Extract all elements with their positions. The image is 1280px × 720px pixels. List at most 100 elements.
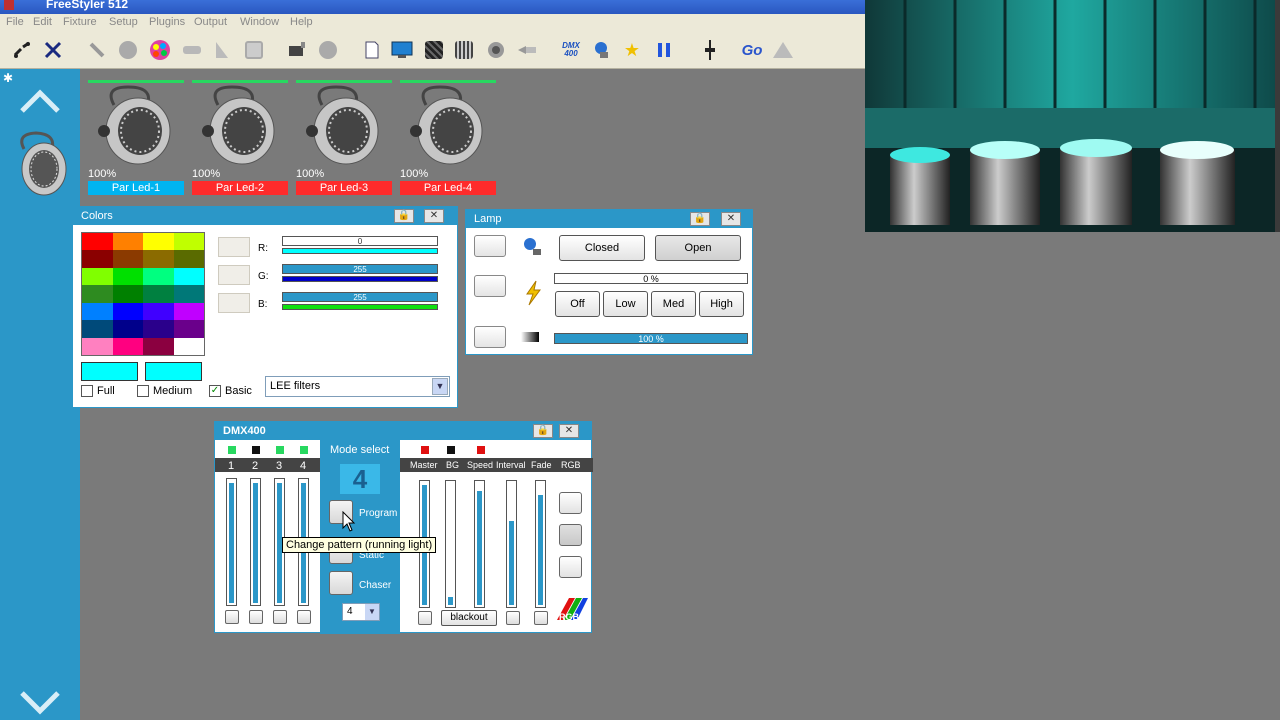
chevron-up-icon[interactable] [20,81,60,121]
channel-flash-button[interactable] [225,610,239,624]
color-memory-button[interactable] [218,265,250,285]
full-checkbox[interactable] [81,385,93,397]
palette-swatch[interactable] [173,337,204,355]
palette-swatch[interactable] [112,285,143,303]
palette-swatch[interactable] [112,250,143,268]
rgb-red-button[interactable] [559,492,582,514]
fade-flash-button[interactable] [534,611,548,625]
palette-swatch[interactable] [143,302,174,321]
video-scrollbar[interactable] [1275,0,1280,232]
basic-checkbox[interactable]: ✓ [209,385,221,397]
chevron-down-icon[interactable]: ▼ [432,378,448,395]
channel-fader[interactable] [226,478,237,606]
color-memory-button[interactable] [218,293,250,313]
strobe-slider[interactable]: 0 % [554,273,748,284]
palette-swatch[interactable] [112,302,143,321]
chaser-select[interactable]: 4 ▼ [342,603,380,621]
menu-output[interactable]: Output [194,16,227,28]
par-can-icon[interactable] [6,129,76,199]
menu-window[interactable]: Window [240,16,279,28]
palette-swatch[interactable] [143,320,174,338]
sphere-icon[interactable] [316,38,340,62]
chaser-button[interactable] [329,571,353,595]
fixture-par-led-4[interactable]: 100% Par Led-4 [400,80,496,195]
lock-icon[interactable]: 🔒 [690,212,710,226]
pause-icon[interactable] [652,38,676,62]
interval-fader[interactable] [506,480,517,608]
menu-edit[interactable]: Edit [33,16,52,28]
frame-icon[interactable] [242,38,266,62]
speaker-icon[interactable] [484,38,508,62]
blackout-button[interactable]: blackout [441,610,497,626]
fade-fader[interactable] [535,480,546,608]
lock-icon[interactable]: 🔒 [394,209,414,223]
palette-swatch[interactable] [173,302,204,321]
grid-icon[interactable] [10,38,34,62]
palette-swatch[interactable] [143,267,174,286]
palette-swatch[interactable] [82,267,113,286]
sequence-icon[interactable] [422,38,446,62]
palette-swatch[interactable] [112,320,143,338]
master-flash-button[interactable] [418,611,432,625]
palette-swatch[interactable] [173,233,204,251]
moving-head-icon[interactable] [590,38,614,62]
monitor-icon[interactable] [390,38,414,62]
page-icon[interactable] [360,38,384,62]
gear-icon[interactable]: ✱ [3,71,13,85]
medium-checkbox[interactable] [137,385,149,397]
palette-swatch[interactable] [173,267,204,286]
palette-swatch[interactable] [112,233,143,251]
close-icon[interactable]: ✕ [424,209,444,223]
move-fixtures-icon[interactable] [41,38,65,62]
menu-plugins[interactable]: Plugins [149,16,185,28]
palette-swatch[interactable] [82,250,113,268]
color-wheel-icon[interactable] [148,38,172,62]
palette-swatch[interactable] [112,267,143,286]
palette-swatch[interactable] [173,250,204,268]
dimmer-slider[interactable]: 100 % [554,333,748,344]
chevron-down-icon[interactable] [20,687,60,717]
dmx400-icon[interactable]: DMX 400 [557,38,585,62]
low-button[interactable]: Low [603,291,648,317]
strobe-memory-button[interactable] [474,275,506,297]
master-fader-icon[interactable] [698,38,722,62]
palette-swatch[interactable] [173,320,204,338]
chevron-down-icon[interactable]: ▼ [365,604,379,620]
spotlight-icon[interactable] [515,38,539,62]
dimmer-memory-button[interactable] [474,326,506,348]
speed-fader[interactable] [474,480,485,608]
palette-swatch[interactable] [112,337,143,355]
palette-swatch[interactable] [143,250,174,268]
faders-icon[interactable] [452,38,476,62]
fixture-par-led-2[interactable]: 100% Par Led-2 [192,80,288,195]
blue-value[interactable]: 255 [282,292,438,302]
menu-fixture[interactable]: Fixture [63,16,97,28]
fixture-par-led-1[interactable]: 100% Par Led-1 [88,80,184,195]
closed-button[interactable]: Closed [559,235,645,261]
med-button[interactable]: Med [651,291,696,317]
wand-icon[interactable] [85,38,109,62]
menu-setup[interactable]: Setup [109,16,138,28]
channel-fader[interactable] [250,478,261,606]
green-value[interactable]: 255 [282,264,438,274]
close-icon[interactable]: ✕ [559,424,579,438]
palette-swatch[interactable] [143,233,174,251]
prism-icon[interactable] [210,38,234,62]
off-button[interactable]: Off [555,291,600,317]
open-button[interactable]: Open [655,235,741,261]
warning-icon[interactable] [771,38,795,62]
lock-icon[interactable]: 🔒 [533,424,553,438]
palette-swatch[interactable] [82,337,113,355]
rgb-green-button[interactable] [559,524,582,546]
menu-file[interactable]: File [6,16,24,28]
color-memory-button[interactable] [218,237,250,257]
palette-swatch[interactable] [82,285,113,303]
palette-swatch[interactable] [173,285,204,303]
filter-select[interactable]: LEE filters ▼ [265,376,450,397]
rgb-blue-button[interactable] [559,556,582,578]
palette-swatch[interactable] [143,337,174,355]
fixture-par-led-3[interactable]: 100% Par Led-3 [296,80,392,195]
red-slider[interactable] [282,248,438,254]
interval-flash-button[interactable] [506,611,520,625]
menu-help[interactable]: Help [290,16,313,28]
